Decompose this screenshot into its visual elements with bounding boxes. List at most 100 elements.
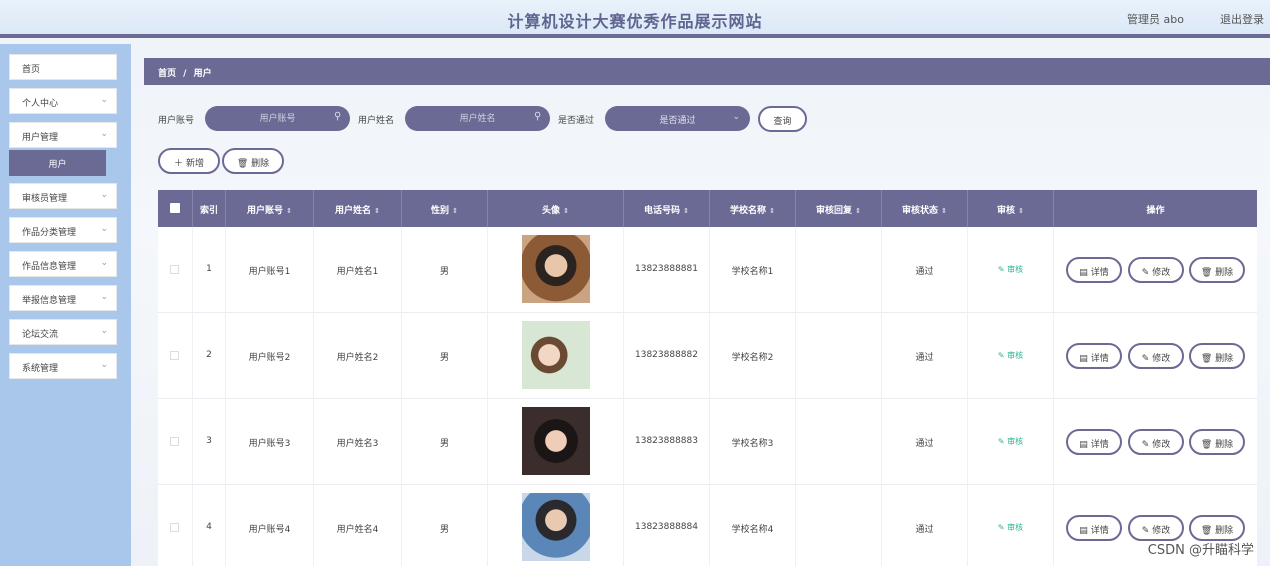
cell-audit: ✎ 审核 [968, 313, 1054, 399]
cell-index: 1 [193, 227, 226, 313]
sidebar-item-system-management[interactable]: 系统管理 ⌄ [9, 353, 117, 379]
trash-icon: 🗑 [1200, 354, 1213, 364]
trash-icon: 🗑 [236, 159, 249, 169]
row-checkbox[interactable] [170, 265, 179, 274]
trash-icon: 🗑 [1200, 268, 1213, 278]
sort-icon: ⇕ [1018, 207, 1024, 215]
edit-pen-icon: ✎ [1141, 440, 1150, 450]
name-search-input[interactable] [405, 106, 550, 131]
col-ops: 操作 [1146, 206, 1165, 216]
sort-icon: ⇕ [941, 207, 947, 215]
col-gender[interactable]: 性别 ⇕ [402, 190, 488, 227]
sort-icon: ⇕ [683, 207, 689, 215]
sidebar-subitem-user[interactable]: 用户 [9, 150, 106, 176]
edit-pen-icon: ✎ [1141, 526, 1150, 536]
cell-audit: ✎ 审核 [968, 399, 1054, 485]
row-checkbox[interactable] [170, 437, 179, 446]
breadcrumb-home[interactable]: 首页 [158, 69, 176, 79]
audit-link[interactable]: ✎ 审核 [998, 437, 1023, 446]
document-icon: ▤ [1079, 526, 1088, 536]
row-select-cell [158, 313, 193, 399]
select-all-checkbox[interactable] [170, 203, 180, 213]
cell-phone: 13823888882 [624, 313, 710, 399]
edit-button[interactable]: ✎ 修改 [1128, 429, 1184, 455]
cell-name: 用户姓名1 [314, 227, 402, 313]
detail-button[interactable]: ▤ 详情 [1066, 515, 1122, 541]
col-audit[interactable]: 审核 ⇕ [968, 190, 1054, 227]
delete-button[interactable]: 🗑 删除 [1189, 515, 1245, 541]
col-reply[interactable]: 审核回复 ⇕ [796, 190, 882, 227]
cell-status: 通过 [882, 485, 968, 566]
logout-link[interactable]: 退出登录 [1220, 11, 1264, 27]
batch-delete-button[interactable]: 🗑 删除 [222, 148, 284, 174]
delete-button[interactable]: 🗑 删除 [1189, 257, 1245, 283]
row-select-cell [158, 399, 193, 485]
sidebar-item-category-management[interactable]: 作品分类管理 ⌄ [9, 217, 117, 243]
delete-button[interactable]: 🗑 删除 [1189, 343, 1245, 369]
cell-account: 用户账号4 [226, 485, 314, 566]
detail-button[interactable]: ▤ 详情 [1066, 429, 1122, 455]
edit-button[interactable]: ✎ 修改 [1128, 343, 1184, 369]
col-account[interactable]: 用户账号 ⇕ [226, 190, 314, 227]
document-icon: ▤ [1079, 268, 1088, 278]
col-name[interactable]: 用户姓名 ⇕ [314, 190, 402, 227]
sidebar-item-profile[interactable]: 个人中心 ⌄ [9, 88, 117, 114]
detail-button[interactable]: ▤ 详情 [1066, 343, 1122, 369]
col-avatar[interactable]: 头像 ⇕ [488, 190, 624, 227]
query-button[interactable]: 查询 [758, 106, 807, 132]
table-row: 3 用户账号3 用户姓名3 男 13823888883 学校名称3 通过 ✎ 审… [158, 399, 1257, 485]
sidebar-item-user-management[interactable]: 用户管理 ⌄ [9, 122, 117, 148]
avatar [522, 493, 590, 561]
sidebar: 首页 个人中心 ⌄ 用户管理 ⌄ 用户 审核员管理 ⌄ 作品分类管理 ⌄ 作品信… [0, 44, 131, 566]
sidebar-item-report-management[interactable]: 举报信息管理 ⌄ [9, 285, 117, 311]
edit-pen-icon: ✎ [1141, 268, 1150, 278]
table-header: 索引 用户账号 ⇕ 用户姓名 ⇕ 性别 ⇕ 头像 ⇕ 电话号码 ⇕ 学校名称 ⇕ 审核回复 ⇕… [158, 190, 1257, 227]
col-status[interactable]: 审核状态 ⇕ [882, 190, 968, 227]
admin-user-label: 管理员 abo [1127, 13, 1184, 26]
sort-icon: ⇕ [286, 207, 292, 215]
breadcrumb-separator: / [183, 69, 187, 79]
search-icon: ⚲ [334, 111, 342, 122]
row-checkbox[interactable] [170, 523, 179, 532]
audit-link[interactable]: ✎ 审核 [998, 265, 1023, 274]
pass-filter-select[interactable]: 是否通过 ⌄ [605, 106, 750, 131]
add-button[interactable]: ＋ 新增 [158, 148, 220, 174]
chevron-down-icon: ⌄ [100, 95, 108, 105]
cell-account: 用户账号1 [226, 227, 314, 313]
detail-button[interactable]: ▤ 详情 [1066, 257, 1122, 283]
col-phone[interactable]: 电话号码 ⇕ [624, 190, 710, 227]
sort-icon: ⇕ [452, 207, 458, 215]
sidebar-item-works-management[interactable]: 作品信息管理 ⌄ [9, 251, 117, 277]
cell-avatar [488, 485, 624, 566]
edit-pen-icon: ✎ [997, 265, 1005, 274]
col-index: 索引 [193, 190, 226, 227]
row-checkbox[interactable] [170, 351, 179, 360]
sort-icon: ⇕ [563, 207, 569, 215]
cell-school: 学校名称3 [710, 399, 796, 485]
sidebar-item-label: 个人中心 [22, 99, 59, 109]
chevron-down-icon: ⌄ [100, 224, 108, 234]
sidebar-item-label: 作品分类管理 [22, 228, 77, 238]
top-header: 计算机设计大赛优秀作品展示网站 管理员 abo 退出登录 [0, 0, 1270, 38]
sort-icon: ⇕ [855, 207, 861, 215]
sidebar-item-forum[interactable]: 论坛交流 ⌄ [9, 319, 117, 345]
cell-reply [796, 313, 882, 399]
cell-status: 通过 [882, 399, 968, 485]
edit-button[interactable]: ✎ 修改 [1128, 515, 1184, 541]
sidebar-item-home[interactable]: 首页 [9, 54, 117, 80]
table-row: 2 用户账号2 用户姓名2 男 13823888882 学校名称2 通过 ✎ 审… [158, 313, 1257, 399]
breadcrumb: 首页 / 用户 [144, 58, 1270, 85]
audit-link[interactable]: ✎ 审核 [998, 523, 1023, 532]
chevron-down-icon: ⌄ [100, 129, 108, 139]
col-school[interactable]: 学校名称 ⇕ [710, 190, 796, 227]
edit-pen-icon: ✎ [997, 523, 1005, 532]
account-search-input[interactable] [205, 106, 350, 131]
audit-link[interactable]: ✎ 审核 [998, 351, 1023, 360]
trash-icon: 🗑 [1200, 440, 1213, 450]
avatar [522, 235, 590, 303]
sidebar-item-reviewer-management[interactable]: 审核员管理 ⌄ [9, 183, 117, 209]
delete-button[interactable]: 🗑 删除 [1189, 429, 1245, 455]
chevron-down-icon: ⌄ [100, 326, 108, 336]
cell-school: 学校名称1 [710, 227, 796, 313]
edit-button[interactable]: ✎ 修改 [1128, 257, 1184, 283]
